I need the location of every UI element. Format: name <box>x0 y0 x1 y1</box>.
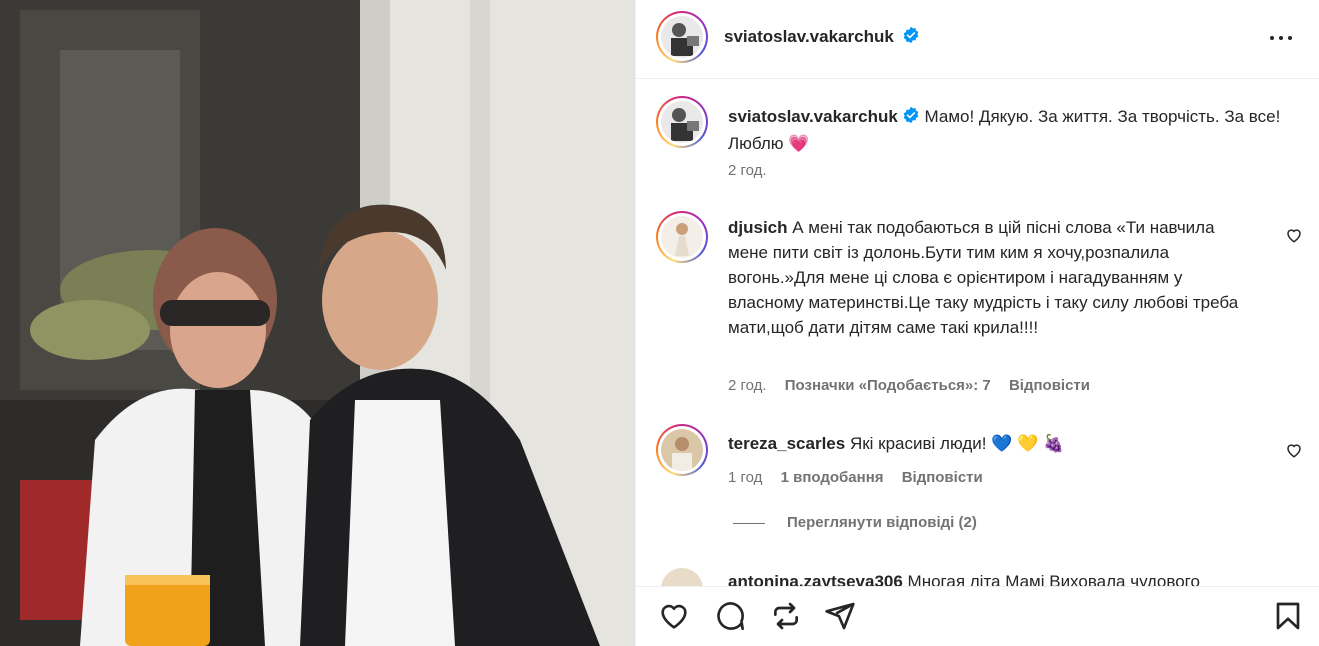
repost-icon[interactable] <box>770 600 802 632</box>
comment-icon[interactable] <box>714 600 746 632</box>
verified-badge-icon <box>902 106 920 131</box>
replies-line <box>733 522 765 524</box>
bookmark-icon[interactable] <box>1272 600 1304 632</box>
comment-likes[interactable]: 1 вподобання <box>781 469 884 486</box>
comment-partial: antonina.zaytseva306 Многая літа Мамі Ви… <box>636 560 1319 586</box>
comment-text: А мені так подобаються в цій пісні слова… <box>728 218 1239 337</box>
caption-username[interactable]: sviatoslav.vakarchuk <box>728 107 898 126</box>
comment-username[interactable]: djusich <box>728 218 788 237</box>
caption-time: 2 год. <box>728 162 767 179</box>
post-side-panel: sviatoslav.vakarchuk sviatoslav.vakarchu… <box>635 0 1319 646</box>
action-bar <box>636 586 1319 646</box>
comment-username[interactable]: antonina.zaytseva306 <box>728 572 903 586</box>
comment-meta: 1 год 1 вподобання Відповісти <box>728 469 983 486</box>
comment-body: djusich А мені так подобаються в цій піс… <box>728 215 1258 340</box>
verified-badge-icon <box>902 26 920 49</box>
comment-text: Які красиві люди! <box>849 434 987 453</box>
author-avatar[interactable] <box>656 11 708 63</box>
comment-heart-icon[interactable] <box>1285 441 1303 459</box>
heart-emoji: 💗 <box>788 134 810 153</box>
heart-icon[interactable] <box>658 600 690 632</box>
comment-meta: 2 год. Позначки «Подобається»: 7 Відпові… <box>728 377 1090 394</box>
more-options-icon[interactable] <box>1270 28 1296 48</box>
view-replies-label: Переглянути відповіді (2) <box>787 514 977 531</box>
reply-button[interactable]: Відповісти <box>1009 377 1090 394</box>
post-header: sviatoslav.vakarchuk <box>636 0 1319 79</box>
comment-time: 1 год <box>728 469 763 486</box>
comment-emoji: 💙 💛 🍇 <box>991 434 1065 453</box>
post-photo <box>0 0 635 646</box>
comment-avatar[interactable] <box>656 211 708 263</box>
photo-illustration <box>0 0 635 646</box>
comment-username[interactable]: tereza_scarles <box>728 434 845 453</box>
comment-time: 2 год. <box>728 377 767 394</box>
comment-heart-icon[interactable] <box>1285 226 1303 244</box>
caption-avatar[interactable] <box>656 96 708 148</box>
caption-text-block: sviatoslav.vakarchuk Мамо! Дякую. За жит… <box>728 104 1288 156</box>
comment-likes[interactable]: Позначки «Подобається»: 7 <box>785 377 991 394</box>
share-icon[interactable] <box>824 600 856 632</box>
reply-button[interactable]: Відповісти <box>902 469 983 486</box>
comment-text: Многая літа Мамі Виховала чудового <box>907 572 1200 586</box>
view-replies-button[interactable]: Переглянути відповіді (2) <box>733 514 977 531</box>
author-username[interactable]: sviatoslav.vakarchuk <box>724 27 894 46</box>
comment-body: tereza_scarles Які красиві люди! 💙 💛 🍇 <box>728 431 1268 456</box>
comment-avatar[interactable] <box>661 568 703 586</box>
comment-avatar[interactable] <box>656 424 708 476</box>
